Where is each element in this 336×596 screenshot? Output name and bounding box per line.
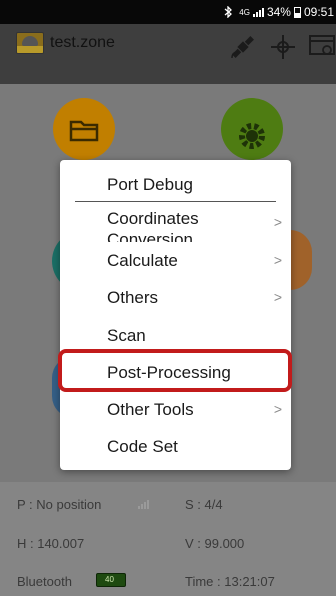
menu-item-label: Calculate [107,251,178,270]
menu-item-coordinates-conversion[interactable]: Coordinates Conversion > [60,202,291,242]
chevron-right-icon: > [273,252,282,268]
signal-strength-icon [252,7,264,17]
crosshair-icon[interactable] [268,32,298,62]
menu-item-label: Coordinates Conversion [107,209,199,242]
post-processing-highlight [58,349,292,392]
gear-icon[interactable] [221,98,283,160]
menu-item-label: Others [107,288,159,307]
chevron-right-icon: > [273,214,282,230]
gear-glyph-icon [239,123,265,149]
monitor-settings-icon[interactable] [308,32,336,62]
chevron-right-icon: > [273,289,282,305]
menu-item-label: Scan [107,326,146,345]
satellite-count: S : 4/4 [185,497,223,512]
battery-percent: 34% [266,5,291,19]
menu-item-label: Other Tools [107,400,194,419]
menu-item-calculate[interactable]: Calculate > [60,242,291,279]
network-type-label: 4G [239,7,250,17]
menu-item-code-set[interactable]: Code Set [60,428,291,465]
status-bar: 4G 34% 09:51 [0,0,336,24]
connection-type: Bluetooth [17,574,72,589]
battery-icon [293,6,301,18]
menu-item-label: Code Set [107,437,178,456]
menu-item-other-tools[interactable]: Other Tools > [60,391,291,428]
status-indicators: 4G 34% 09:51 [224,5,334,19]
menu-item-port-debug[interactable]: Port Debug [60,166,291,203]
folder-glyph-icon [69,120,99,142]
orange-icon[interactable] [290,230,312,290]
device-battery-level: 40 [105,575,114,584]
app-logo [16,32,44,54]
menu-item-others[interactable]: Others > [60,279,291,316]
clock: 09:51 [303,5,334,19]
satellite-icon[interactable] [228,32,258,62]
folder-icon[interactable] [53,98,115,160]
position-status: P : No position [17,497,102,512]
bluetooth-icon [224,6,233,18]
tools-menu: Port Debug Coordinates Conversion > Calc… [60,160,291,470]
clock-time: Time : 13:21:07 [185,574,275,589]
chevron-right-icon: > [273,401,282,417]
gps-signal-icon [138,499,149,509]
v-value: V : 99.000 [185,536,245,551]
device-battery-icon: 40 [96,573,126,587]
h-value: H : 140.007 [17,536,85,551]
menu-item-label: Port Debug [107,175,193,194]
app-title: test.zone [50,34,115,51]
